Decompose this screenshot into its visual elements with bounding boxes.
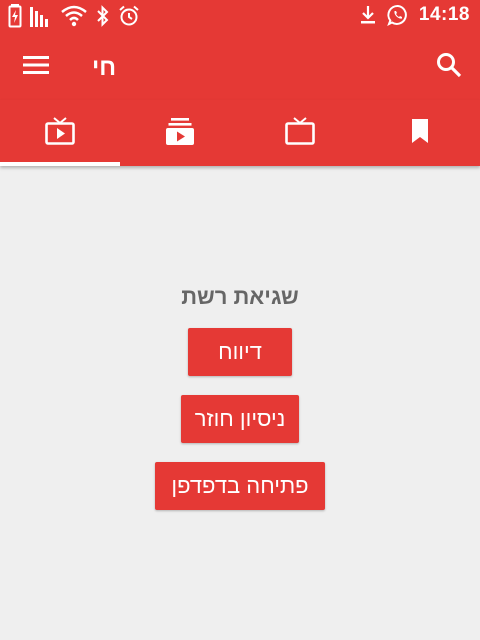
status-bar: 14:18	[0, 0, 480, 34]
status-left-icons	[8, 4, 140, 28]
network-error-title: שגיאת רשת	[181, 284, 299, 309]
retry-button[interactable]: ניסיון חוזר	[181, 395, 299, 443]
tab-tv[interactable]	[240, 100, 360, 166]
battery-charging-icon	[8, 4, 22, 28]
open-in-browser-button[interactable]: פתיחה בדפדפן	[155, 462, 325, 510]
app-title: חי	[92, 54, 117, 81]
status-right-area: 14:18	[359, 4, 470, 26]
tab-subscriptions[interactable]	[120, 100, 240, 166]
main-content: שגיאת רשת דיווח ניסיון חוזר פתיחה בדפדפן	[0, 166, 480, 640]
menu-button[interactable]	[18, 51, 54, 83]
tab-bookmarks[interactable]	[360, 100, 480, 166]
wifi-icon	[60, 5, 88, 27]
tv-icon	[285, 116, 315, 150]
whatsapp-icon	[387, 4, 409, 26]
bluetooth-icon	[96, 5, 110, 27]
menu-icon	[23, 55, 49, 80]
report-button[interactable]: דיווח	[188, 328, 292, 376]
search-icon	[436, 52, 462, 83]
tab-live[interactable]	[0, 100, 120, 166]
signal-icon	[30, 5, 52, 27]
bookmark-icon	[410, 118, 430, 149]
alarm-icon	[118, 5, 140, 27]
app-bar: חי	[0, 34, 480, 100]
subscriptions-icon	[166, 117, 194, 150]
download-icon	[359, 5, 377, 25]
tab-bar	[0, 100, 480, 166]
status-time: 14:18	[418, 4, 470, 25]
live-tv-icon	[45, 116, 75, 150]
search-button[interactable]	[432, 50, 466, 84]
